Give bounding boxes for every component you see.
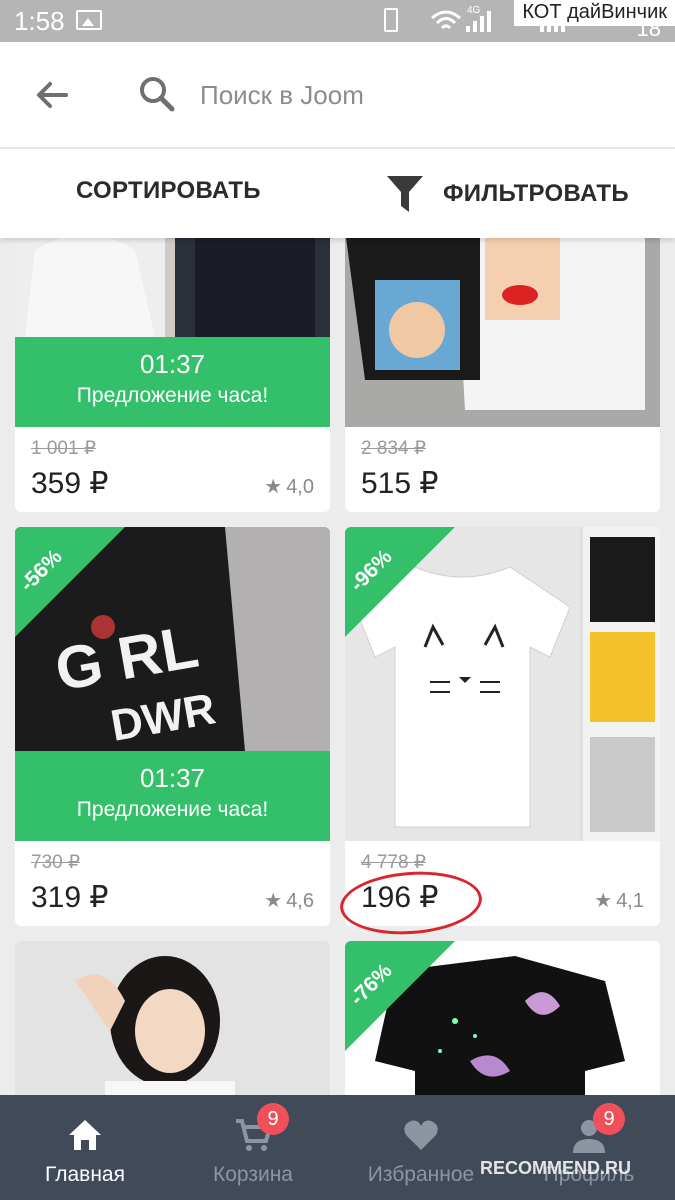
old-price: 4 778 ₽ — [361, 852, 426, 873]
status-bar: 1:58 4G 18 КОТ дайВинчик — [0, 0, 675, 42]
watermark-label: КОТ дайВинчик — [514, 0, 675, 26]
old-price: 730 ₽ — [31, 852, 81, 873]
old-price: 2 834 ₽ — [361, 438, 426, 459]
star-icon: ★ — [264, 890, 283, 912]
hourly-offer-banner: 01:37 Предложение часа! — [15, 751, 330, 841]
product-card[interactable]: G RL DWR -56% 01:37 Предложение часа! 73… — [15, 527, 330, 926]
status-time: 1:58 — [14, 6, 65, 36]
filter-button[interactable]: ФИЛЬТРОВАТЬ — [385, 169, 629, 219]
rating: ★ 4,0 — [264, 474, 314, 499]
product-card[interactable] — [15, 941, 330, 1111]
vibrate-icon — [384, 8, 398, 32]
product-card[interactable]: -96% 4 778 ₽ 196 ₽ ★ 4,1 — [345, 527, 660, 926]
rating-value: 4,1 — [616, 890, 644, 912]
nav-favorites[interactable]: Избранное — [346, 1095, 496, 1200]
filter-funnel-icon — [387, 176, 423, 212]
discount-badge: -76% — [345, 941, 455, 1051]
discount-badge: -96% — [345, 527, 455, 637]
heart-icon — [404, 1120, 438, 1150]
price: 359 ₽ — [31, 467, 109, 500]
old-price: 1 001 ₽ — [31, 438, 96, 459]
nav-cart[interactable]: 9 Корзина — [178, 1095, 328, 1200]
home-icon — [69, 1120, 101, 1150]
filter-label: ФИЛЬТРОВАТЬ — [443, 180, 629, 207]
rating-value: 4,0 — [286, 476, 314, 498]
cart-badge: 9 — [257, 1103, 289, 1135]
price: 515 ₽ — [361, 467, 439, 500]
nav-home[interactable]: Главная — [10, 1095, 160, 1200]
sort-button[interactable]: СОРТИРОВАТЬ — [76, 177, 261, 205]
discount-badge: -56% — [15, 527, 125, 637]
rating: ★ 4,1 — [594, 888, 644, 913]
star-icon: ★ — [264, 476, 283, 498]
bottom-navigation: Главная 9 Корзина Избранное 9 Профиль — [0, 1095, 675, 1200]
recommend-watermark: RECOMMEND.RU — [480, 1158, 631, 1178]
product-card[interactable]: 2 834 ₽ 515 ₽ — [345, 210, 660, 512]
rating: ★ 4,6 — [264, 888, 314, 913]
search-input[interactable] — [200, 72, 640, 118]
back-arrow-icon[interactable] — [30, 72, 76, 118]
product-card[interactable]: 01:37 Предложение часа! 1 001 ₽ 359 ₽ ★ 4… — [15, 210, 330, 512]
image-notification-icon — [76, 10, 102, 30]
offer-timer: 01:37 — [139, 349, 206, 379]
star-icon: ★ — [594, 890, 613, 912]
price: 319 ₽ — [31, 881, 109, 914]
profile-badge: 9 — [593, 1103, 625, 1135]
search-icon[interactable] — [137, 74, 177, 114]
offer-label: Предложение часа! — [76, 798, 269, 821]
offer-label: Предложение часа! — [76, 384, 269, 407]
offer-timer: 01:37 — [139, 763, 206, 793]
product-photo — [15, 941, 330, 1111]
product-card[interactable]: -76% — [345, 941, 660, 1111]
sort-filter-toolbar: СОРТИРОВАТЬ ФИЛЬТРОВАТЬ — [0, 148, 675, 238]
signal-icon — [466, 10, 491, 32]
nav-home-label: Главная — [45, 1163, 125, 1186]
hourly-offer-banner: 01:37 Предложение часа! — [15, 337, 330, 427]
wifi-icon — [431, 10, 461, 30]
rating-value: 4,6 — [286, 890, 314, 912]
nav-favorites-label: Избранное — [367, 1163, 475, 1186]
search-header — [0, 42, 675, 147]
nav-cart-label: Корзина — [213, 1163, 293, 1186]
product-photo — [345, 210, 660, 427]
nav-profile[interactable]: 9 Профиль — [514, 1095, 664, 1200]
